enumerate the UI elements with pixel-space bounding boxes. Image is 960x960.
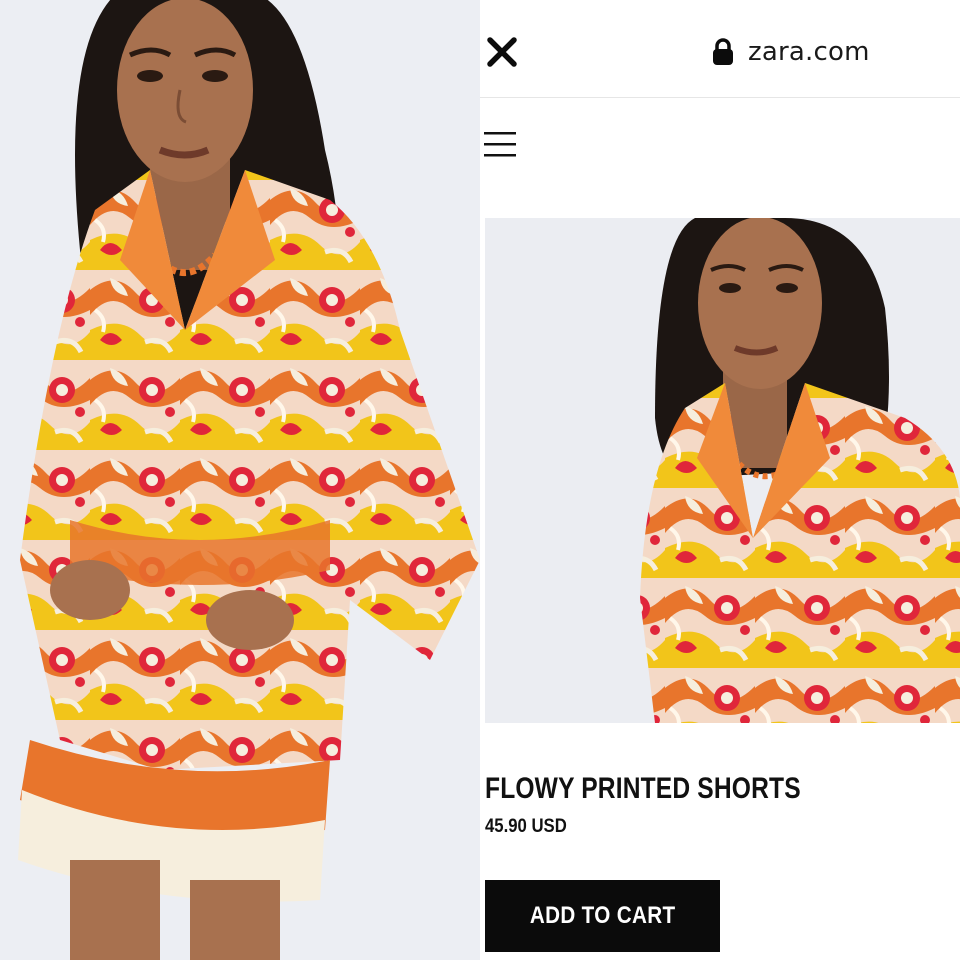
product-title: FLOWY PRINTED SHORTS xyxy=(485,772,801,805)
product-photo-full xyxy=(0,0,480,960)
add-to-cart-button[interactable]: ADD TO CART xyxy=(485,880,720,952)
product-price: 45.90 USD xyxy=(485,816,567,837)
product-image[interactable] xyxy=(485,218,960,723)
close-icon[interactable] xyxy=(486,36,518,68)
add-to-cart-label: ADD TO CART xyxy=(529,902,676,929)
hamburger-menu-icon[interactable] xyxy=(482,130,518,160)
url-text: zara.com xyxy=(748,37,870,67)
browser-top-bar: zara.com xyxy=(480,0,960,98)
address-bar[interactable]: zara.com xyxy=(712,32,870,72)
lock-icon xyxy=(712,38,734,66)
browser-screenshot: zara.com FLOWY PRINTED SHORTS 45.90 USD … xyxy=(480,0,960,960)
